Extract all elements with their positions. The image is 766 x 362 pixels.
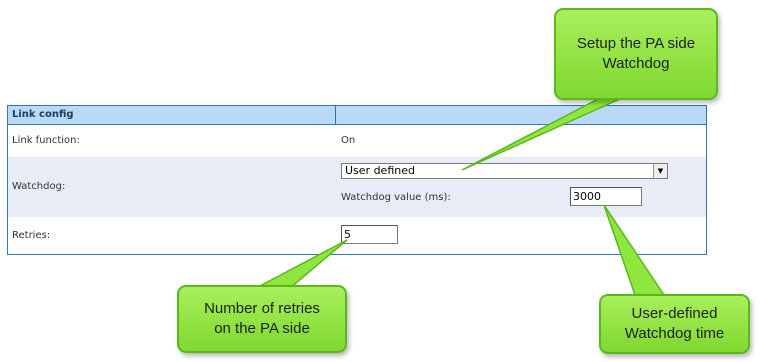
retries-pointer: [255, 239, 348, 289]
retries-callout: Number of retries on the PA side: [177, 285, 347, 353]
callout-line: Watchdog time: [624, 325, 725, 342]
callout-line: Number of retries: [204, 300, 320, 317]
callout-line: Setup the PA side: [576, 35, 696, 52]
watchdog-time-callout: User-defined Watchdog time: [599, 294, 750, 354]
watchdog-setup-pointer: [461, 97, 623, 171]
watchdog-setup-callout: Setup the PA side Watchdog: [554, 8, 718, 100]
watchdog-time-pointer: [603, 204, 668, 299]
callout-line: Watchdog: [602, 55, 670, 72]
callout-line: User-defined: [631, 305, 718, 322]
callout-line: on the PA side: [214, 320, 310, 337]
